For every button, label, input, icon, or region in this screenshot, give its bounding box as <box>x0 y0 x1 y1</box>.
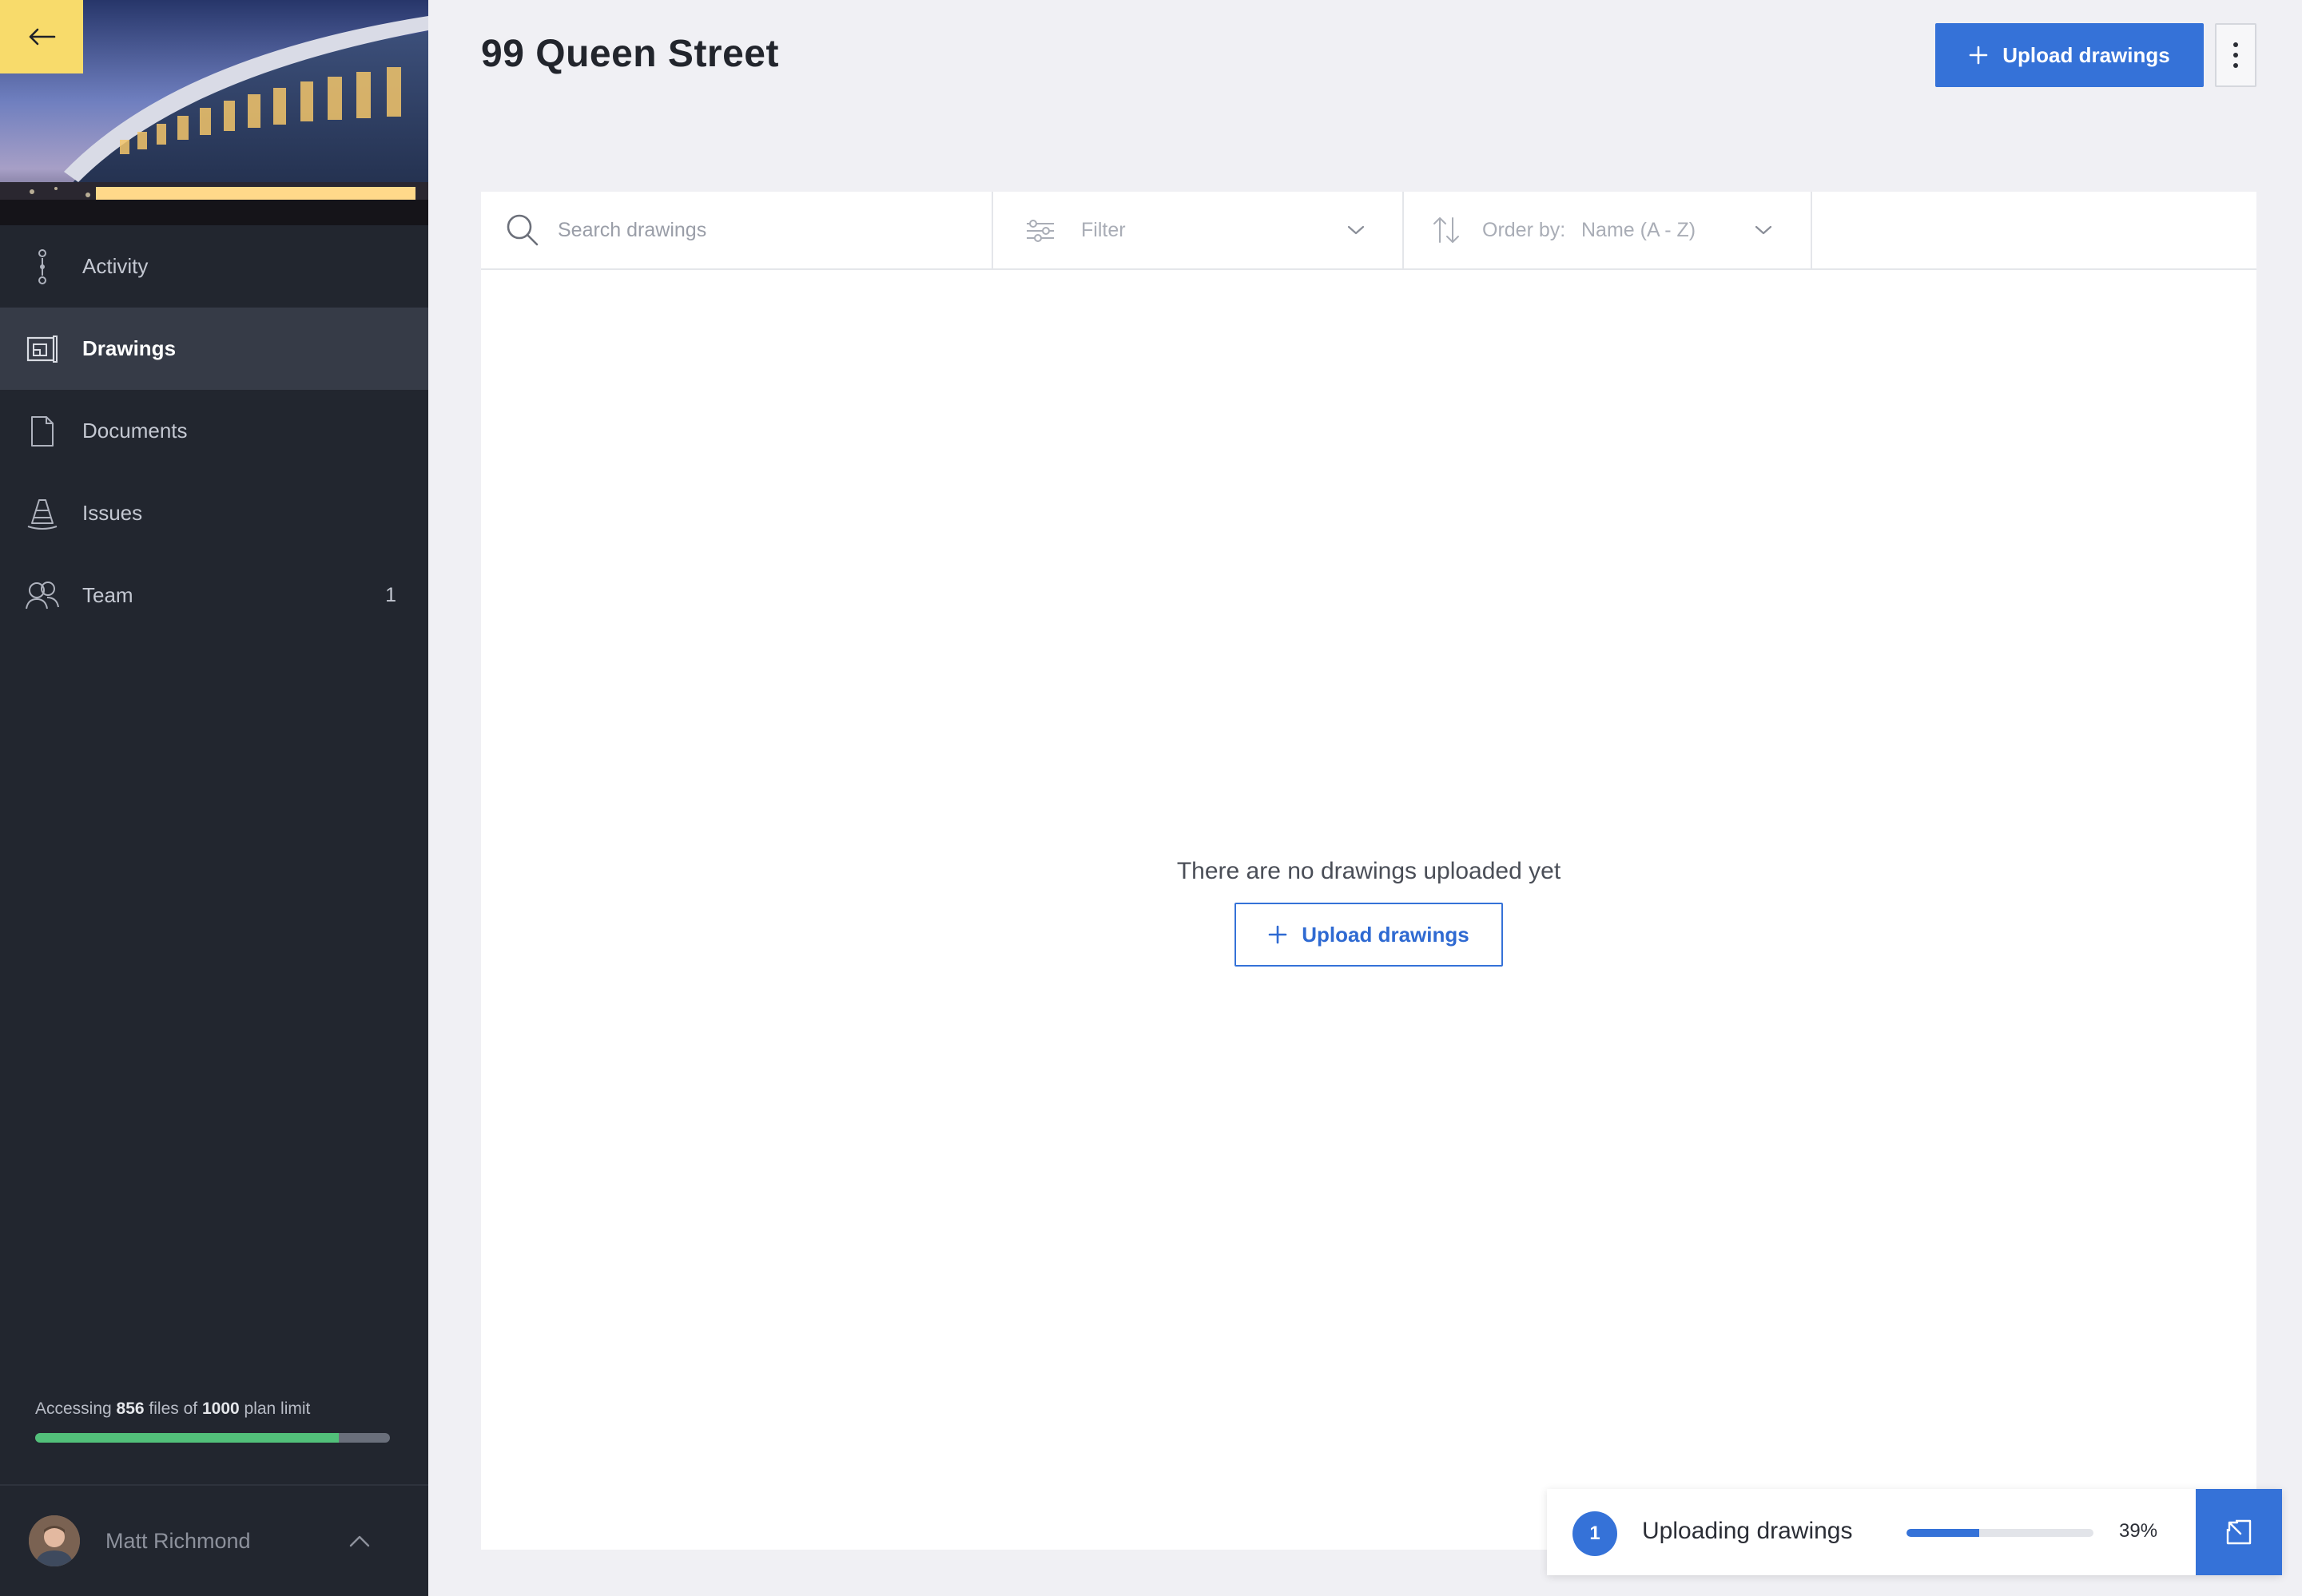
order-by-value: Name (A - Z) <box>1581 218 1696 241</box>
filter-label: Filter <box>1081 218 1126 241</box>
user-menu[interactable]: Matt Richmond <box>0 1484 428 1596</box>
plan-usage-bar-fill <box>35 1433 340 1443</box>
empty-state-upload-label: Upload drawings <box>1302 922 1469 947</box>
empty-state-upload-button[interactable]: Upload drawings <box>1234 903 1503 967</box>
search-icon <box>507 214 539 246</box>
plus-icon <box>1969 46 1988 65</box>
sidebar-item-team[interactable]: Team 1 <box>0 554 428 637</box>
drawings-toolbar: Filter Order by: Name (A - Z) <box>481 192 2256 270</box>
team-icon <box>24 578 61 614</box>
sidebar-nav: Activity Drawings Documents Issues Team <box>0 225 428 637</box>
sidebar-item-activity[interactable]: Activity <box>0 225 428 308</box>
chevron-down-icon <box>1755 225 1772 235</box>
upload-progress-toast: 1 Uploading drawings 39% <box>1547 1489 2282 1575</box>
upload-progress-bar <box>1906 1529 2093 1537</box>
sidebar-item-label: Drawings <box>82 336 177 360</box>
sidebar-item-documents[interactable]: Documents <box>0 390 428 472</box>
sidebar-item-label: Team <box>82 583 133 607</box>
upload-progress-percent: 39% <box>2119 1520 2158 1542</box>
order-by-prefix: Order by: <box>1482 218 1566 241</box>
user-name: Matt Richmond <box>105 1528 251 1553</box>
plan-usage-text: Accessing 856 files of 1000 plan limit <box>35 1399 311 1418</box>
avatar <box>29 1515 80 1566</box>
expand-upload-button[interactable] <box>2196 1489 2282 1575</box>
upload-toast-title: Uploading drawings <box>1642 1518 1853 1544</box>
filter-sliders-icon <box>1027 220 1054 242</box>
filter-dropdown[interactable]: Filter <box>993 192 1404 268</box>
sidebar-item-label: Documents <box>82 419 188 443</box>
page-title: 99 Queen Street <box>481 33 779 75</box>
expand-icon <box>2226 1519 2252 1545</box>
chevron-down-icon <box>1347 225 1365 235</box>
sidebar: Activity Drawings Documents Issues Team <box>0 0 428 1596</box>
drawings-panel: Filter Order by: Name (A - Z) There are … <box>481 192 2256 1550</box>
plan-usage: Accessing 856 files of 1000 plan limit <box>35 1399 393 1443</box>
arrow-left-icon <box>29 28 56 46</box>
upload-drawings-button[interactable]: Upload drawings <box>1935 23 2204 87</box>
more-vertical-icon <box>2233 42 2238 47</box>
sidebar-item-drawings[interactable]: Drawings <box>0 308 428 390</box>
upload-progress-bar-fill <box>1906 1529 1980 1537</box>
sort-icon <box>1433 217 1459 243</box>
search-box[interactable] <box>481 192 993 268</box>
sidebar-item-issues[interactable]: Issues <box>0 472 428 554</box>
empty-state-message: There are no drawings uploaded yet <box>1176 858 1561 884</box>
sidebar-item-label: Issues <box>82 501 143 525</box>
search-input[interactable] <box>558 214 957 246</box>
document-icon <box>24 413 61 450</box>
plus-icon <box>1268 925 1287 944</box>
drawings-icon <box>24 331 61 367</box>
back-button[interactable] <box>0 0 83 73</box>
order-by-dropdown[interactable]: Order by: Name (A - Z) <box>1404 192 1812 268</box>
activity-icon <box>24 248 61 285</box>
team-count-badge: 1 <box>385 584 396 606</box>
cone-icon <box>24 495 61 532</box>
more-options-button[interactable] <box>2215 23 2256 87</box>
sidebar-item-label: Activity <box>82 254 149 278</box>
upload-drawings-label: Upload drawings <box>2002 42 2170 67</box>
plan-usage-bar <box>35 1433 390 1443</box>
chevron-up-icon[interactable] <box>348 1534 371 1548</box>
upload-count-badge: 1 <box>1572 1511 1617 1556</box>
